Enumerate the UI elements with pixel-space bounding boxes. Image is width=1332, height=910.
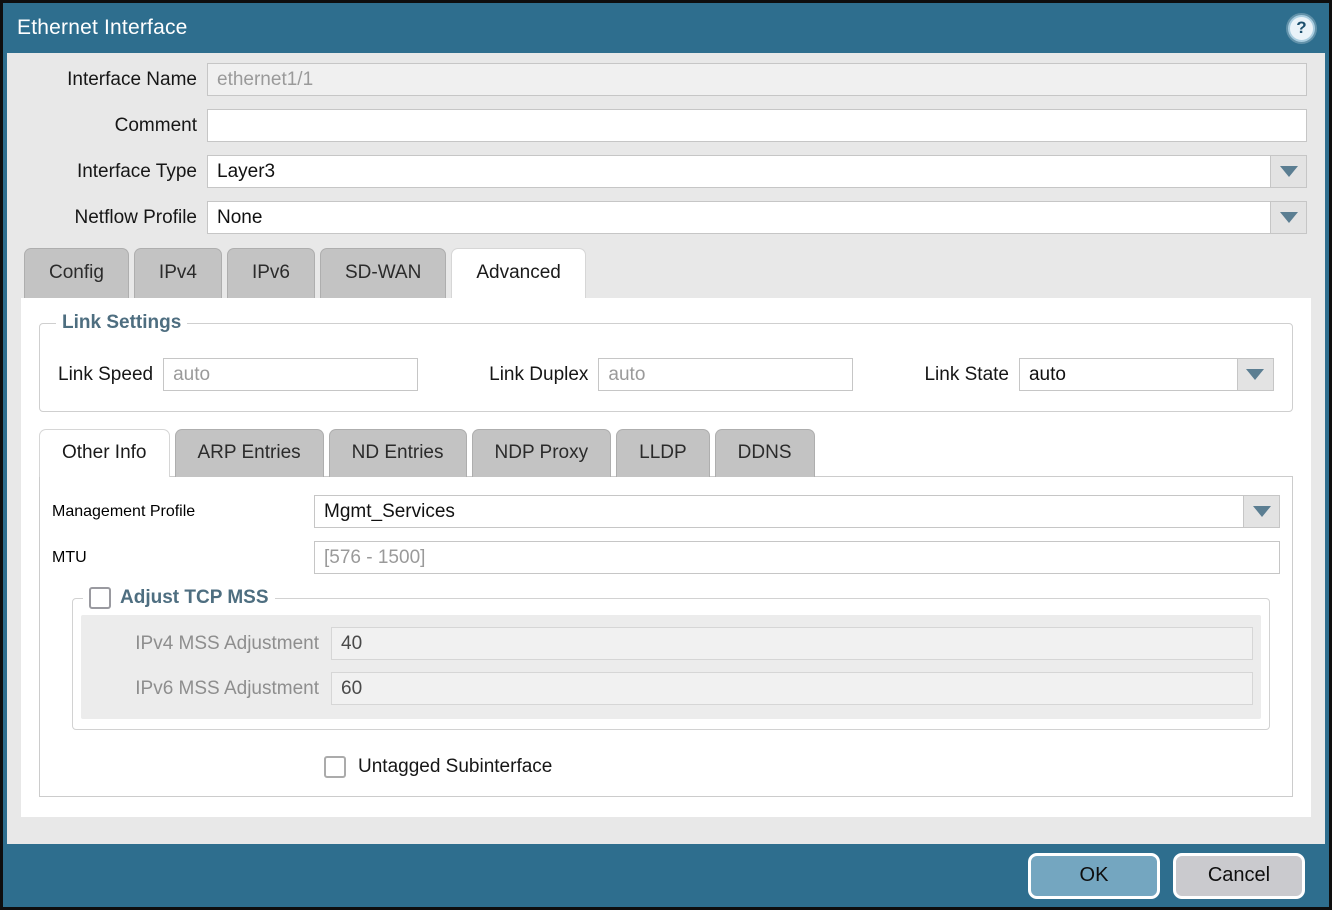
link-state-item: Link State	[924, 358, 1274, 391]
tab-advanced[interactable]: Advanced	[451, 248, 586, 298]
management-profile-row: Management Profile	[52, 495, 1280, 528]
dialog-footer: OK Cancel	[7, 844, 1325, 907]
panel-footer-gap	[7, 817, 1325, 827]
adjust-tcp-mss-label: Adjust TCP MSS	[120, 587, 269, 609]
adjust-tcp-mss-checkbox[interactable]	[89, 587, 111, 609]
main-tabstrip: Config IPv4 IPv6 SD-WAN Advanced	[7, 248, 1325, 298]
chevron-down-icon	[1246, 369, 1264, 380]
subtab-lldp[interactable]: LLDP	[616, 429, 710, 477]
chevron-down-icon	[1280, 212, 1298, 223]
link-speed-item: Link Speed	[58, 358, 418, 391]
subtab-ndp-proxy[interactable]: NDP Proxy	[472, 429, 612, 477]
mss-fields-panel: IPv4 MSS Adjustment IPv6 MSS Adjustment	[81, 615, 1261, 719]
interface-type-dropdown-button[interactable]	[1271, 155, 1307, 188]
subtab-other-info[interactable]: Other Info	[39, 429, 170, 477]
tab-ipv6[interactable]: IPv6	[227, 248, 315, 298]
mtu-field[interactable]	[314, 541, 1280, 574]
link-speed-label: Link Speed	[58, 364, 163, 386]
dialog-body: Interface Name Comment Interface Type	[7, 53, 1325, 844]
untagged-subinterface-label: Untagged Subinterface	[358, 756, 552, 778]
chevron-down-icon	[1253, 506, 1271, 517]
tab-ipv4[interactable]: IPv4	[134, 248, 222, 298]
link-settings-group: Link Settings Link Speed Link Duplex	[39, 312, 1293, 412]
chevron-down-icon	[1280, 166, 1298, 177]
netflow-profile-select[interactable]	[207, 201, 1271, 234]
help-icon[interactable]: ?	[1288, 15, 1315, 42]
tab-config[interactable]: Config	[24, 248, 129, 298]
ipv4-mss-row: IPv4 MSS Adjustment	[81, 627, 1253, 660]
ipv4-mss-label: IPv4 MSS Adjustment	[81, 633, 331, 655]
untagged-subinterface-row: Untagged Subinterface	[324, 756, 1280, 778]
other-info-content: Management Profile MTU	[39, 476, 1293, 797]
untagged-subinterface-checkbox[interactable]	[324, 756, 346, 778]
cancel-button[interactable]: Cancel	[1173, 853, 1305, 899]
adjust-tcp-mss-legend: Adjust TCP MSS	[83, 587, 275, 609]
comment-row: Comment	[7, 109, 1307, 142]
link-duplex-label: Link Duplex	[489, 364, 598, 386]
ipv4-mss-field	[331, 627, 1253, 660]
titlebar: Ethernet Interface ?	[7, 3, 1325, 53]
interface-type-row: Interface Type	[7, 155, 1307, 188]
mtu-row: MTU	[52, 541, 1280, 574]
mtu-label: MTU	[52, 549, 314, 567]
interface-name-field	[207, 63, 1307, 96]
subtab-arp-entries[interactable]: ARP Entries	[175, 429, 324, 477]
link-speed-field[interactable]	[163, 358, 418, 391]
interface-name-row: Interface Name	[7, 63, 1307, 96]
top-form: Interface Name Comment Interface Type	[7, 53, 1325, 247]
netflow-profile-label: Netflow Profile	[7, 207, 207, 229]
tab-sdwan[interactable]: SD-WAN	[320, 248, 446, 298]
management-profile-select[interactable]	[314, 495, 1244, 528]
ethernet-interface-dialog: Ethernet Interface ? Interface Name Comm…	[0, 0, 1332, 910]
comment-field[interactable]	[207, 109, 1307, 142]
link-duplex-item: Link Duplex	[489, 358, 853, 391]
subtab-ddns[interactable]: DDNS	[715, 429, 815, 477]
netflow-profile-row: Netflow Profile	[7, 201, 1307, 234]
management-profile-dropdown-button[interactable]	[1244, 495, 1280, 528]
link-duplex-field[interactable]	[598, 358, 853, 391]
link-settings-legend: Link Settings	[56, 312, 187, 334]
link-state-dropdown-button[interactable]	[1238, 358, 1274, 391]
adjust-tcp-mss-group: Adjust TCP MSS IPv4 MSS Adjustment IPv6 …	[72, 587, 1270, 730]
advanced-panel: Link Settings Link Speed Link Duplex	[21, 298, 1311, 817]
dialog-title: Ethernet Interface	[17, 16, 188, 40]
link-state-select[interactable]	[1019, 358, 1238, 391]
comment-label: Comment	[7, 115, 207, 137]
sub-tabstrip: Other Info ARP Entries ND Entries NDP Pr…	[37, 429, 1295, 477]
ipv6-mss-row: IPv6 MSS Adjustment	[81, 672, 1253, 705]
ok-button[interactable]: OK	[1028, 853, 1160, 899]
interface-type-label: Interface Type	[7, 161, 207, 183]
link-state-label: Link State	[924, 364, 1019, 386]
netflow-profile-dropdown-button[interactable]	[1271, 201, 1307, 234]
interface-name-label: Interface Name	[7, 69, 207, 91]
ipv6-mss-label: IPv6 MSS Adjustment	[81, 678, 331, 700]
management-profile-label: Management Profile	[52, 503, 314, 521]
interface-type-select[interactable]	[207, 155, 1271, 188]
subtab-nd-entries[interactable]: ND Entries	[329, 429, 467, 477]
ipv6-mss-field	[331, 672, 1253, 705]
